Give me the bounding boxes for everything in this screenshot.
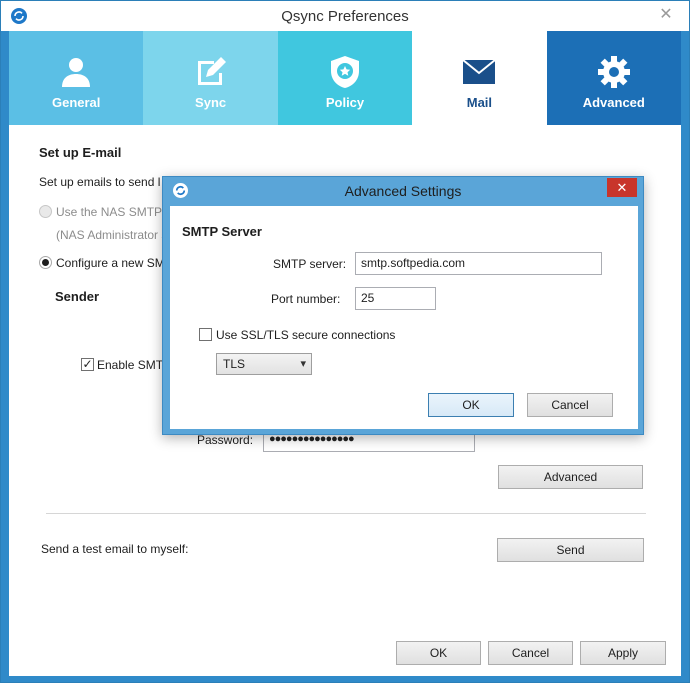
shield-icon — [330, 56, 359, 88]
send-test-button[interactable]: Send — [497, 538, 644, 562]
tab-bar: General Sync Policy Mail Advanced — [9, 31, 681, 125]
smtp-server-input[interactable]: smtp.softpedia.com — [355, 252, 602, 275]
ssl-tls-checkbox[interactable] — [199, 328, 212, 341]
tab-label: Mail — [466, 95, 493, 110]
ok-button[interactable]: OK — [396, 641, 481, 665]
enable-smtp-label: Enable SMTP — [97, 358, 172, 372]
tab-advanced[interactable]: Advanced — [546, 31, 681, 125]
dialog-title: Advanced Settings — [344, 183, 462, 199]
mail-icon — [462, 59, 497, 84]
divider — [46, 513, 646, 514]
password-label: Password: — [197, 433, 254, 447]
enable-smtp-checkbox[interactable]: ✓ — [81, 358, 94, 371]
close-icon[interactable]: ✕ — [607, 178, 637, 197]
smtp-server-title: SMTP Server — [182, 224, 262, 239]
ssl-tls-label: Use SSL/TLS secure connections — [216, 328, 396, 342]
test-email-label: Send a test email to myself: — [41, 542, 189, 556]
tab-policy[interactable]: Policy — [277, 31, 413, 125]
setup-email-title: Set up E-mail — [39, 145, 122, 160]
user-icon — [62, 58, 91, 87]
smtp-server-label: SMTP server: — [273, 257, 347, 271]
setup-email-intro: Set up emails to send l — [39, 175, 161, 189]
tab-mail[interactable]: Mail — [412, 31, 547, 125]
tab-sync[interactable]: Sync — [143, 31, 278, 125]
dialog-content: SMTP Server SMTP server: smtp.softpedia.… — [170, 206, 638, 429]
chevron-down-icon: ▾ — [300, 358, 306, 370]
configure-new-smtp-radio[interactable] — [39, 256, 52, 269]
port-number-input[interactable]: 25 — [355, 287, 436, 310]
tab-label: General — [51, 95, 101, 110]
gear-icon — [597, 56, 630, 88]
port-number-label: Port number: — [271, 292, 341, 306]
dialog-cancel-button[interactable]: Cancel — [527, 393, 613, 417]
configure-new-smtp-label: Configure a new SM — [56, 256, 165, 270]
edit-sync-icon — [197, 57, 226, 85]
security-protocol-value: TLS — [223, 357, 246, 371]
sender-title: Sender — [55, 289, 100, 304]
window-titlebar[interactable]: Qsync Preferences ✕ — [1, 1, 689, 31]
security-protocol-select[interactable]: TLS ▾ — [216, 353, 312, 375]
tab-label: Policy — [325, 95, 365, 110]
apply-button[interactable]: Apply — [580, 641, 666, 665]
use-nas-smtp-radio[interactable] — [39, 205, 52, 218]
dialog-titlebar[interactable]: Advanced Settings ✕ — [163, 177, 643, 205]
tab-label: Advanced — [582, 95, 645, 110]
advanced-button[interactable]: Advanced — [498, 465, 643, 489]
advanced-settings-dialog: Advanced Settings ✕ SMTP Server SMTP ser… — [162, 176, 644, 435]
tab-label: Sync — [195, 95, 227, 110]
use-nas-smtp-label: Use the NAS SMTP s — [56, 205, 172, 219]
cancel-button[interactable]: Cancel — [488, 641, 573, 665]
dialog-ok-button[interactable]: OK — [428, 393, 514, 417]
nas-admin-note: (NAS Administrator s — [56, 228, 168, 242]
tab-general[interactable]: General — [9, 31, 144, 125]
window-title: Qsync Preferences — [281, 8, 409, 25]
close-icon[interactable]: ✕ — [653, 5, 679, 25]
